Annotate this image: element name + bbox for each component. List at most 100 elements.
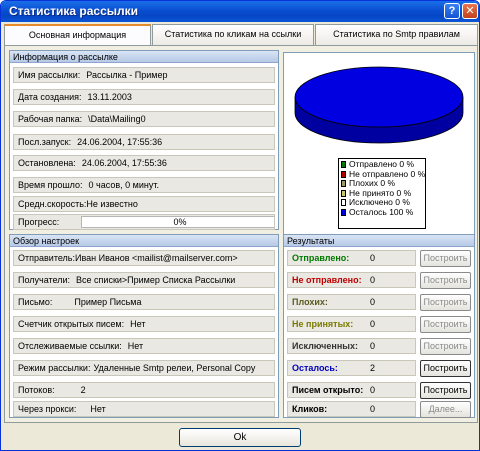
result-row-excluded: Исключенных: 0 [287,338,416,354]
info-row-elapsed: Время прошло: 0 часов, 0 минут. [13,177,275,193]
build-opened-button[interactable]: Построить [420,382,471,399]
build-remaining-button[interactable]: Построить [420,360,471,377]
result-label: Плохих: [292,297,328,307]
setting-value: Нет [130,319,146,329]
setting-row-proxy: Через прокси: Нет [13,401,275,417]
setting-value: Удаленные Smtp релеи, Personal Copy [93,363,256,373]
settings-panel-title: Обзор настроек [10,235,278,247]
build-not-sent-button[interactable]: Построить [420,272,471,289]
legend-swatch [341,189,346,197]
legend-label: Плохих 0 % [349,178,396,188]
setting-row-open-counter: Счетчик открытых писем: Нет [13,316,275,332]
result-row-clicks: Кликов: 0 [287,401,416,417]
setting-value: 2 [80,385,86,395]
results-panel-title: Результаты [284,235,474,247]
progress-text: 0% [173,217,187,227]
result-value: 0 [370,341,376,351]
result-label: Не принятых: [292,319,354,329]
build-bad-button[interactable]: Построить [420,294,471,311]
settings-panel: Обзор настроек Отправитель:Иван Иванов <… [9,234,279,418]
legend-swatch [341,208,346,216]
result-label: Кликов: [292,404,328,414]
setting-value: Пример Письма [74,297,142,307]
build-sent-button[interactable]: Построить [420,250,471,267]
result-row-sent: Отправлено: 0 [287,250,416,266]
info-label: Дата создания: [18,92,82,102]
info-row-speed: Средн.скорость:Не известно [13,196,275,212]
info-label: Имя рассылки: [18,70,81,80]
setting-row-sender: Отправитель:Иван Иванов <mailist@mailser… [13,250,275,266]
results-panel: Результаты Отправлено: 0 Построить Не от… [283,234,475,418]
result-row-not-sent: Не отправлено: 0 [287,272,416,288]
result-value: 0 [370,253,376,263]
close-icon[interactable]: ✕ [462,3,478,19]
info-label: Средн.скорость: [18,199,87,209]
result-value: 0 [370,297,376,307]
info-value: Рассылка - Пример [86,70,168,80]
progress-bar: 0% [81,216,274,228]
setting-row-mode: Режим рассылки: Удаленные Smtp релеи, Per… [13,360,275,376]
setting-label: Счетчик открытых писем: [18,319,125,329]
legend-swatch [341,161,346,168]
build-excluded-button[interactable]: Построить [420,338,471,355]
tab-main-info[interactable]: Основная информация [4,24,151,46]
info-panel: Информация о рассылке Имя рассылки: Рассы… [9,50,279,230]
legend-swatch [341,180,346,187]
setting-label: Через прокси: [18,404,77,414]
tab-content: Информация о рассылке Имя рассылки: Рассы… [4,45,478,423]
result-row-not-accepted: Не принятых: 0 [287,316,416,332]
result-row-remaining: Осталось: 2 [287,360,416,376]
result-label: Осталось: [292,363,338,373]
result-label: Отправлено: [292,253,350,263]
legend-label: Исключено 0 % [349,197,410,207]
more-clicks-button[interactable]: Далее... [420,401,471,418]
tab-strip: Основная информация Статистика по кликам… [4,24,478,46]
legend-item: Осталось 100 % [341,206,423,218]
result-row-bad: Плохих: 0 [287,294,416,310]
setting-value: Нет [90,404,106,414]
setting-label: Получатели: [18,275,71,285]
info-label: Время прошло: [18,180,83,190]
info-label: Остановлена: [18,158,76,168]
window-title: Статистика рассылки [9,4,139,18]
info-row-name: Имя рассылки: Рассылка - Пример [13,67,275,83]
info-value: Не известно [86,199,138,209]
pie-slice [294,66,464,128]
info-row-progress: Прогресс: 0% [13,214,275,230]
info-panel-title: Информация о рассылке [10,51,278,63]
info-row-stopped: Остановлена: 24.06.2004, 17:55:36 [13,155,275,171]
setting-label: Отслеживаемые ссылки: [18,341,122,351]
setting-row-letter: Письмо: Пример Письма [13,294,275,310]
result-value: 0 [370,275,376,285]
result-value: 0 [370,404,376,414]
setting-label: Письмо: [18,297,53,307]
setting-label: Режим рассылки: [18,363,91,373]
setting-row-recipients: Получатели: Все списки>Пример Списка Расс… [13,272,275,288]
help-icon[interactable]: ? [444,3,460,19]
setting-value: Нет [127,341,144,351]
info-row-last-run: Посл.запуск: 24.06.2004, 17:55:36 [13,134,275,150]
info-row-folder: Рабочая папка: \Data\Mailing0 [13,111,275,127]
info-row-created: Дата создания: 13.11.2003 [13,89,275,105]
result-label: Не отправлено: [292,275,362,285]
chart-legend: Отправлено 0 % Не отправлено 0 % Плохих … [338,158,426,229]
statistics-window: Статистика рассылки ? ✕ Основная информа… [0,0,480,451]
info-value: 24.06.2004, 17:55:36 [81,158,167,168]
ok-button[interactable]: Ok [179,428,301,447]
tab-smtp-stats[interactable]: Статистика по Smtp правилам [315,24,478,45]
legend-swatch [341,170,346,178]
info-value: 24.06.2004, 17:55:36 [77,137,163,147]
info-value: 13.11.2003 [87,92,132,102]
result-label: Писем открыто: [292,385,364,395]
tab-click-stats[interactable]: Статистика по кликам на ссылки [152,24,314,45]
setting-row-threads: Потоков: 2 [13,382,275,398]
progress-label: Прогресс: [18,217,60,227]
legend-label: Отправлено 0 % [349,159,414,169]
pie-chart [294,66,464,144]
result-value: 0 [370,385,376,395]
setting-value: Иван Иванов <mailist@mailserver.com> [74,253,238,263]
build-not-accepted-button[interactable]: Построить [420,316,471,333]
info-label: Посл.запуск: [18,137,72,147]
setting-label: Отправитель: [18,253,75,263]
legend-label: Осталось 100 % [349,206,414,217]
